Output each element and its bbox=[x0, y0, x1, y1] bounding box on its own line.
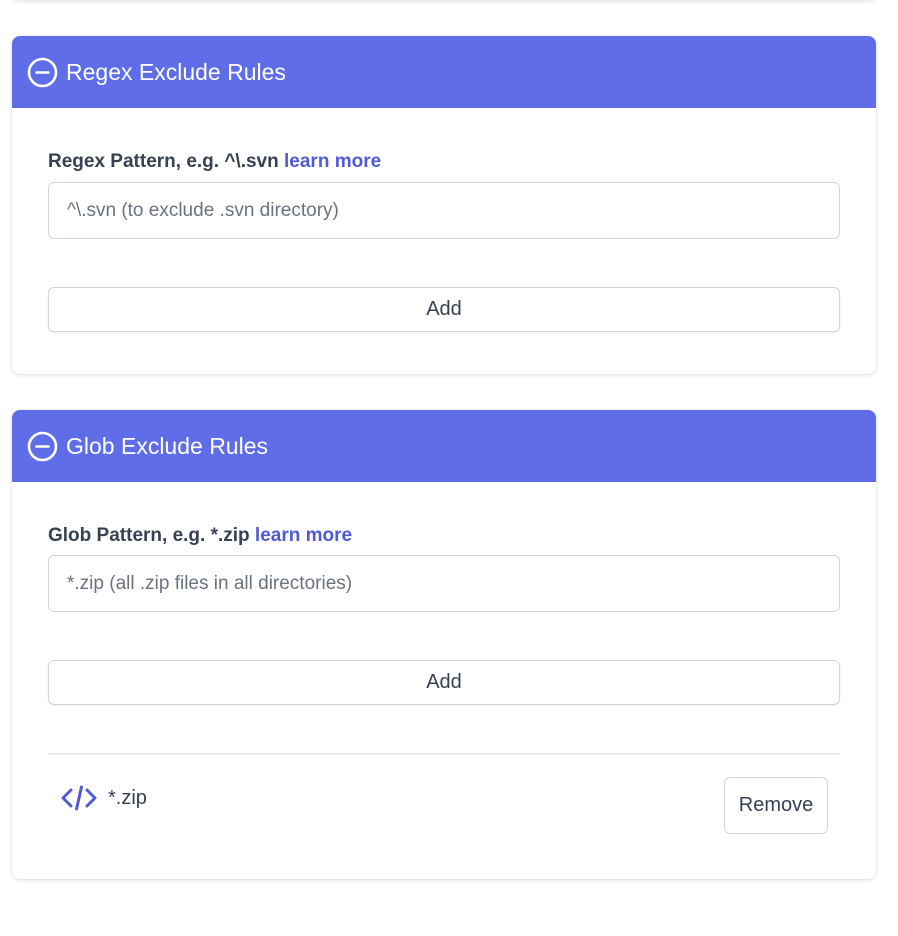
glob-pattern-input[interactable] bbox=[48, 555, 840, 612]
regex-pattern-input[interactable] bbox=[48, 182, 840, 239]
glob-add-button[interactable]: Add bbox=[48, 660, 840, 705]
regex-exclude-card: Regex Exclude Rules Regex Pattern, e.g. … bbox=[12, 36, 876, 374]
rules-divider bbox=[48, 753, 840, 755]
glob-pattern-label: Glob Pattern, e.g. *.zip learn more bbox=[48, 525, 352, 547]
glob-card-body: Glob Pattern, e.g. *.zip learn more Add … bbox=[12, 482, 876, 879]
minus-circle-icon[interactable] bbox=[27, 57, 58, 88]
regex-add-button[interactable]: Add bbox=[48, 287, 840, 332]
remove-rule-button[interactable]: Remove bbox=[724, 777, 828, 834]
rule-pattern-text: *.zip bbox=[108, 786, 147, 809]
glob-pattern-label-text: Glob Pattern, e.g. *.zip bbox=[48, 525, 250, 546]
regex-pattern-label-text: Regex Pattern, e.g. ^\.svn bbox=[48, 151, 279, 172]
minus-circle-icon[interactable] bbox=[27, 431, 58, 462]
glob-card-header[interactable]: Glob Exclude Rules bbox=[12, 410, 876, 482]
regex-card-title: Regex Exclude Rules bbox=[66, 58, 286, 85]
code-icon bbox=[60, 783, 98, 813]
list-item: *.zip Remove bbox=[48, 763, 840, 834]
regex-card-body: Regex Pattern, e.g. ^\.svn learn more Ad… bbox=[12, 108, 876, 374]
regex-learn-more-link[interactable]: learn more bbox=[284, 151, 381, 172]
regex-pattern-label: Regex Pattern, e.g. ^\.svn learn more bbox=[48, 151, 381, 173]
glob-learn-more-link[interactable]: learn more bbox=[255, 525, 352, 546]
glob-exclude-card: Glob Exclude Rules Glob Pattern, e.g. *.… bbox=[12, 410, 876, 879]
regex-card-header[interactable]: Regex Exclude Rules bbox=[12, 36, 876, 108]
glob-card-title: Glob Exclude Rules bbox=[66, 432, 268, 459]
